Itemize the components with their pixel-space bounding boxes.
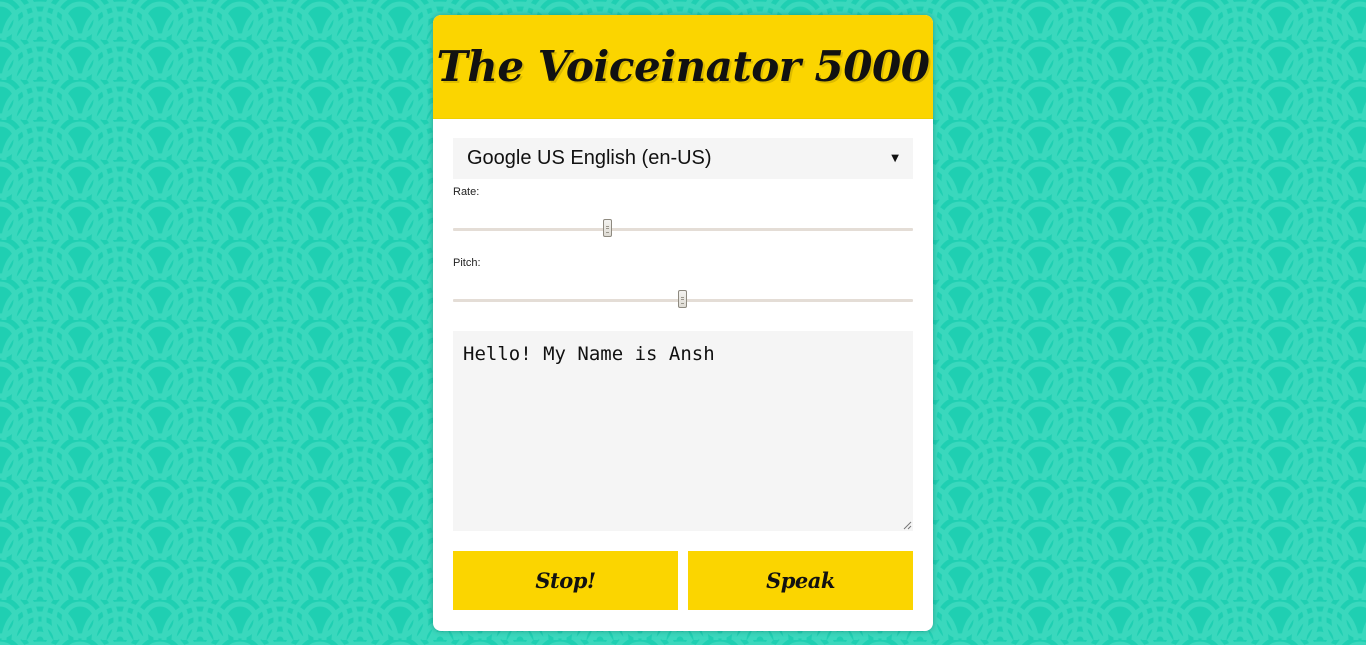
rate-slider-track [453, 228, 913, 231]
rate-slider[interactable] [453, 217, 913, 241]
voice-select-value: Google US English (en-US) [467, 147, 712, 169]
message-textarea[interactable]: Hello! My Name is Ansh [453, 331, 913, 531]
speak-button[interactable]: Speak [688, 551, 913, 610]
pitch-slider-thumb[interactable] [678, 290, 687, 308]
pitch-label: Pitch: [453, 257, 481, 269]
pitch-slider[interactable] [453, 288, 913, 312]
message-text: Hello! My Name is Ansh [463, 343, 715, 365]
voice-select-dropdown[interactable]: Google US English (en-US) ▼ [453, 138, 913, 179]
rate-slider-thumb[interactable] [602, 219, 612, 237]
voiceinator-panel: The Voiceinator 5000 Google US English (… [433, 15, 933, 631]
app-title: The Voiceinator 5000 [436, 42, 930, 91]
chevron-down-icon: ▼ [891, 153, 899, 164]
rate-label: Rate: [453, 186, 480, 198]
stop-button[interactable]: Stop! [453, 551, 678, 610]
header-bar: The Voiceinator 5000 [433, 15, 933, 119]
resize-grip-icon[interactable] [903, 521, 912, 530]
